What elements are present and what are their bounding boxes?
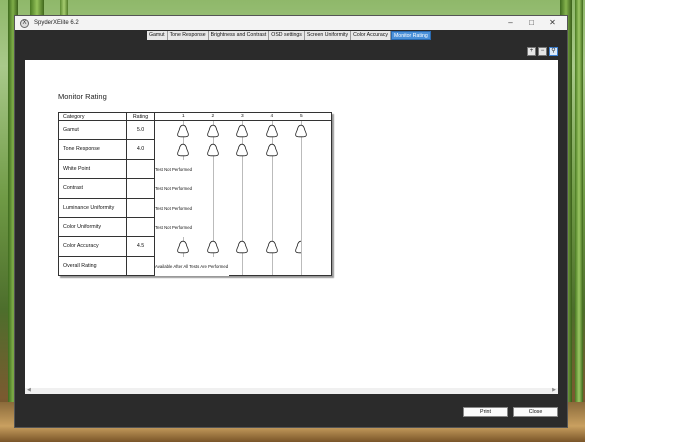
category-cell: Gamut [59,121,127,141]
zoom-in-icon[interactable]: + [527,47,536,56]
tab-screen-uniformity[interactable]: Screen Uniformity [305,31,352,40]
tab-monitor-rating[interactable]: Monitor Rating [390,31,431,40]
scale-row [155,121,331,140]
zoom-toolbar: + − ⚲ [527,47,558,56]
scale-tick-label: 4 [270,114,274,119]
category-cell: Luminance Uniformity [59,198,127,218]
rating-mark-icon [177,124,189,138]
rating-cell: 4.5 [127,237,155,257]
tab-gamut[interactable]: Gamut [147,31,168,40]
zoom-out-icon[interactable]: − [538,47,547,56]
category-column: Category Gamut Tone Response White Point… [59,113,127,277]
scale-tick-label: 1 [182,114,185,119]
app-logo-icon: X [20,18,29,28]
rating-header: Rating [127,113,155,121]
scale-tick-label: 3 [241,114,244,119]
category-cell: White Point [59,159,127,180]
rating-scale: 12345 Test Not Performed Test Not Perform… [155,113,331,277]
scale-tick-label: 2 [211,114,215,119]
tab-bar: Gamut Tone Response Brightness and Contr… [147,31,431,40]
row-note: Test Not Performed [155,198,194,218]
window-title: SpyderXElite 6.2 [34,20,79,26]
minimize-icon[interactable]: – [500,16,521,30]
rating-table: Category Gamut Tone Response White Point… [58,112,332,277]
report-view: Monitor Rating Category Gamut Tone Respo… [25,60,558,388]
row-note: Test Not Performed [155,218,194,238]
maximize-icon[interactable]: □ [521,16,542,30]
category-cell: Color Accuracy [59,237,127,257]
report-title: Monitor Rating [58,92,107,101]
rating-mark-icon [236,241,248,254]
scale-row: Test Not Performed [155,218,331,238]
rating-mark-icon [265,241,278,254]
category-cell: Contrast [59,179,127,199]
row-note: Available After All Tests Are Performed [155,256,230,277]
tab-brightness-contrast[interactable]: Brightness and Contrast [209,31,270,40]
rating-mark-icon [265,124,278,138]
rating-mark-icon [236,124,248,138]
tab-tone-response[interactable]: Tone Response [168,31,209,40]
scale-row: Test Not Performed [155,179,331,199]
rating-cell [127,256,155,277]
scale-row: Test Not Performed [155,198,331,218]
rating-mark-icon [265,144,278,157]
scale-row [155,237,331,256]
rating-mark-icon [206,241,219,254]
zoom-fit-icon[interactable]: ⚲ [549,47,558,56]
rating-mark-icon [236,144,248,157]
print-button[interactable]: Print [463,407,508,417]
scale-header: 1 2 3 4 5 [155,113,331,121]
rating-cell [127,217,155,238]
category-header: Category [59,113,127,121]
rating-mark-icon [206,144,219,157]
scroll-right-icon[interactable]: ▶ [552,387,556,393]
scroll-left-icon[interactable]: ◀ [27,387,31,393]
title-bar: X SpyderXElite 6.2 – □ ✕ [15,16,567,30]
rating-mark-icon [294,240,308,254]
rating-mark-icon [177,241,189,254]
horizontal-scrollbar[interactable]: ◀ ▶ [25,387,558,394]
rating-cell [127,179,155,199]
rating-cell [127,198,155,218]
row-note: Test Not Performed [155,179,194,199]
rating-mark-icon [295,124,307,138]
category-cell: Tone Response [59,140,127,160]
scale-tick-label: 5 [300,114,303,119]
category-cell: Overall Rating [59,256,127,277]
rating-mark-icon [206,124,219,138]
tab-color-accuracy[interactable]: Color Accuracy [351,31,391,40]
rating-cell: 4.0 [127,140,155,160]
rating-cell [127,159,155,180]
app-window: X SpyderXElite 6.2 – □ ✕ Gamut Tone Resp… [14,15,568,428]
row-note: Test Not Performed [155,159,194,180]
rating-cell: 5.0 [127,121,155,141]
rating-mark-icon [177,144,189,157]
category-cell: Color Uniformity [59,217,127,238]
tab-osd-settings[interactable]: OSD settings [269,31,305,40]
close-window-icon[interactable]: ✕ [542,16,563,30]
scale-row: Available After All Tests Are Performed [155,256,331,277]
close-button[interactable]: Close [513,407,558,417]
scale-row [155,140,331,159]
scale-row: Test Not Performed [155,159,331,180]
rating-column: Rating 5.0 4.0 4.5 [127,113,155,277]
